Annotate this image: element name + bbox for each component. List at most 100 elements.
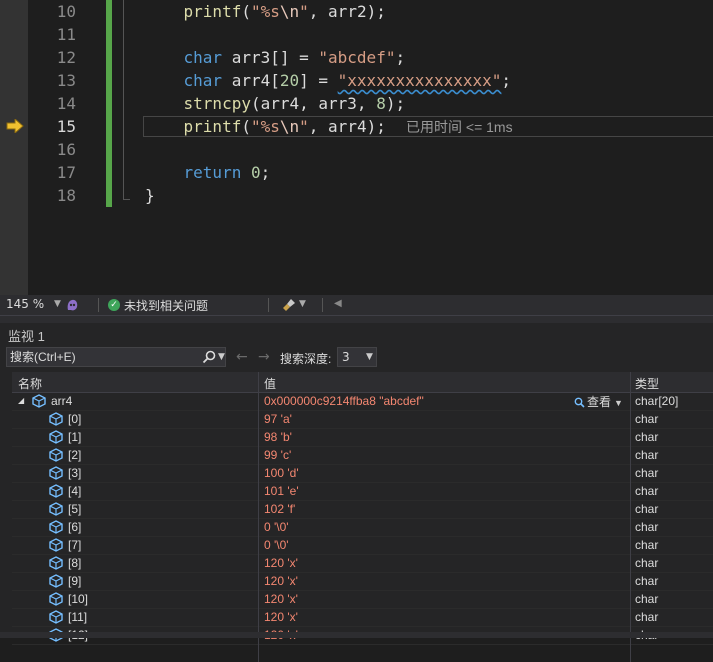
code-line-13[interactable]: char arr4[20] = "xxxxxxxxxxxxxxx"; [145,69,512,92]
watch-type: char [635,574,659,588]
current-statement-arrow-icon [6,119,24,133]
variable-cube-icon [49,466,63,480]
fold-guide-end [123,199,130,200]
check-circle-icon: ✓ [108,299,120,311]
search-forward-arrow-icon[interactable]: → [258,349,270,365]
watch-row[interactable]: [2] 99 'c' char [12,447,713,465]
chevron-down-icon: ▼ [614,398,623,408]
fold-guide [123,0,124,200]
watch-type: char [635,502,659,516]
perf-tip[interactable]: 已用时间 <= 1ms [406,118,513,137]
search-depth-value: 3 [342,350,350,364]
column-divider[interactable] [630,372,631,392]
watch-value[interactable]: 100 'd' [264,466,299,480]
watch-row-root[interactable]: ◢ arr4 0x000000c9214ffba8 "abcdef" 查看 ▼ c… [12,393,713,411]
watch-value[interactable]: 120 'x' [264,574,298,588]
scroll-left-icon[interactable]: ◀ [334,298,342,309]
code-line-12[interactable]: char arr3[] = "abcdef"; [145,46,406,69]
view-visualizer-button[interactable]: 查看 ▼ [574,393,623,410]
zoom-dropdown-icon[interactable]: ▼ [54,299,61,309]
watch-search-box[interactable]: ▼ [6,347,226,367]
watch-row[interactable]: [10] 120 'x' char [12,591,713,609]
watch-name: [11] [68,610,88,624]
code-cleanup-brush-icon[interactable] [282,298,296,312]
watch-value[interactable]: 0 '\0' [264,538,289,552]
view-label: 查看 [587,395,612,409]
search-back-arrow-icon[interactable]: ← [236,349,248,365]
search-icon[interactable] [202,350,216,364]
watch-type: char [635,520,659,534]
status-separator [322,298,323,312]
code-line-14[interactable]: strncpy(arr4, arr3, 8); [145,92,406,115]
magnifier-icon [574,397,585,408]
watch-row[interactable]: [5] 102 'f' char [12,501,713,519]
variable-cube-icon [32,394,46,408]
variable-cube-icon [49,592,63,606]
watch-row[interactable]: [8] 120 'x' char [12,555,713,573]
code-line-10[interactable]: printf("%s\n", arr2); [145,0,386,23]
watch-type: char [635,610,659,624]
watch-row[interactable]: [1] 98 'b' char [12,429,713,447]
copilot-icon[interactable] [66,298,79,312]
watch-value[interactable]: 120 'x' [264,556,298,570]
watch-grid: 名称 值 类型 ◢ arr4 0x000000c9214ffba8 "abcde… [12,372,713,662]
line-number: 18 [56,186,76,205]
code-cleanup-dropdown-icon[interactable]: ▼ [299,299,306,309]
search-depth-label: 搜索深度: [280,352,332,366]
watch-title[interactable]: 监视 1 [8,326,45,345]
watch-row[interactable]: [0] 97 'a' char [12,411,713,429]
watch-value[interactable]: 120 'x' [264,592,298,606]
watch-row[interactable]: [7] 0 '\0' char [12,537,713,555]
code-line-15[interactable]: printf("%s\n", arr4); [145,115,386,138]
variable-cube-icon [49,574,63,588]
watch-row[interactable]: [3] 100 'd' char [12,465,713,483]
watch-type: char [635,538,659,552]
watch-value[interactable]: 102 'f' [264,502,295,516]
line-number: 16 [56,140,76,159]
watch-name: [2] [68,448,82,462]
issues-status[interactable]: 未找到相关问题 [124,297,208,314]
watch-row[interactable]: [4] 101 'e' char [12,483,713,501]
watch-row[interactable]: [6] 0 '\0' char [12,519,713,537]
line-number-current: 15 [56,117,76,136]
column-divider [630,392,631,662]
status-separator [98,298,99,312]
watch-value[interactable]: 0x000000c9214ffba8 "abcdef" [264,394,424,408]
watch-value[interactable]: 98 'b' [264,430,292,444]
collapse-triangle-icon[interactable]: ◢ [18,396,24,405]
code-line-18[interactable]: } [145,184,155,207]
watch-value[interactable]: 99 'c' [264,448,291,462]
code-line-17[interactable]: return 0; [145,161,271,184]
zoom-level[interactable]: 145 % [6,297,44,311]
watch-type: char [635,556,659,570]
column-header-name[interactable]: 名称 [18,375,42,392]
glyph-margin[interactable] [0,0,28,295]
watch-value[interactable]: 97 'a' [264,412,292,426]
editor-status-bar: 145 % ▼ ✓ 未找到相关问题 ▼ ◀ [0,295,713,315]
watch-search-input[interactable] [10,349,200,365]
column-header-value[interactable]: 值 [264,375,276,392]
watch-value[interactable]: 0 '\0' [264,520,289,534]
change-tracking-bar [106,0,112,207]
watch-rows: ◢ arr4 0x000000c9214ffba8 "abcdef" 查看 ▼ c… [12,393,713,645]
watch-row[interactable]: [11] 120 'x' char [12,609,713,627]
watch-name: [10] [68,592,89,606]
watch-name: arr4 [51,394,73,408]
watch-name: [8] [68,556,82,570]
watch-value[interactable]: 120 'x' [264,610,298,624]
variable-cube-icon [49,610,63,624]
column-divider[interactable] [258,372,259,392]
search-options-dropdown-icon[interactable]: ▼ [218,352,225,362]
variable-cube-icon [49,448,63,462]
column-header-type[interactable]: 类型 [635,375,659,392]
variable-cube-icon [49,430,63,444]
variable-cube-icon [49,556,63,570]
line-number: 10 [56,2,76,21]
watch-row[interactable]: [9] 120 'x' char [12,573,713,591]
watch-value[interactable]: 101 'e' [264,484,299,498]
watch-name: [3] [68,466,82,480]
search-depth-select[interactable]: 3 ▼ [337,347,377,367]
watch-grid-header: 名称 值 类型 [12,372,713,393]
variable-cube-icon [49,412,63,426]
code-editor[interactable]: 10 11 12 13 14 15 16 17 18 printf("%s\n"… [0,0,713,295]
